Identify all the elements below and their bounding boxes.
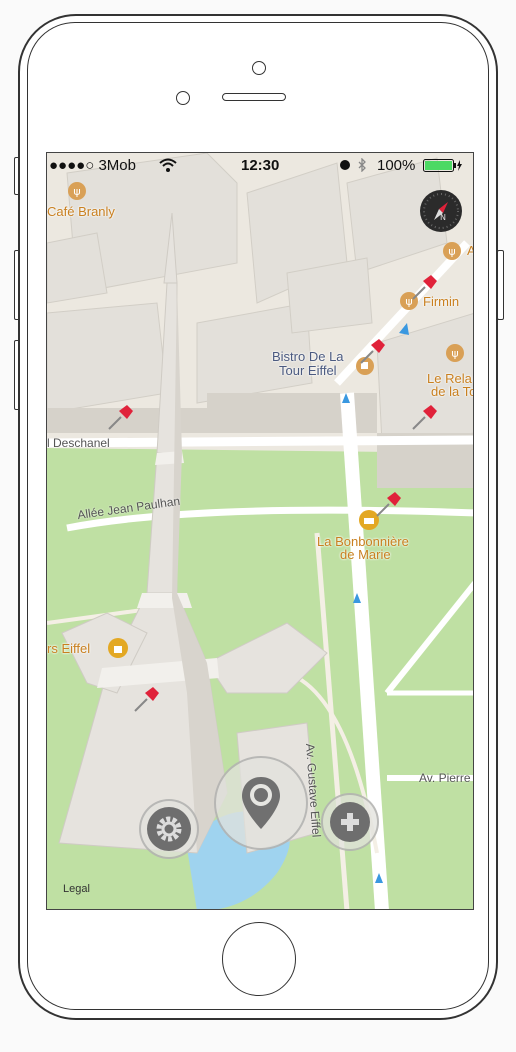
restaurant-icon: ψ xyxy=(68,182,86,200)
svg-text:ψ: ψ xyxy=(73,185,80,198)
svg-text:N: N xyxy=(440,213,446,222)
location-pin-icon xyxy=(242,777,280,829)
battery-icon xyxy=(423,159,462,172)
poi-label-le-relais-2: de la To xyxy=(431,384,474,399)
alarm-icon xyxy=(340,160,350,170)
poi-label-bistro-2: Tour Eiffel xyxy=(279,363,337,378)
power-button xyxy=(497,250,504,320)
clock: 12:30 xyxy=(241,157,280,174)
map-pin-3[interactable] xyxy=(357,335,389,367)
map-pin-5[interactable] xyxy=(373,488,405,520)
wifi-icon xyxy=(159,158,177,172)
compass-icon: N xyxy=(420,190,462,232)
street-label-pierre: Av. Pierre xyxy=(419,771,471,785)
gear-icon xyxy=(156,816,182,842)
add-pin-button[interactable] xyxy=(321,793,379,851)
battery-percent: 100% xyxy=(377,157,416,174)
shopping-icon xyxy=(108,638,128,658)
street-label-deschanel: l Deschanel xyxy=(47,436,110,450)
poi-label-cafe-branly: Café Branly xyxy=(47,204,115,219)
plus-icon xyxy=(341,813,359,831)
poi-cafe-branly[interactable]: ψ xyxy=(67,181,87,206)
map-pin-6[interactable] xyxy=(131,683,163,715)
locate-me-button[interactable] xyxy=(214,756,308,850)
poi-a[interactable]: ψ xyxy=(442,241,462,266)
carrier-label: ●●●●○ 3Mob xyxy=(49,157,136,174)
poi-label-bonbonniere-2: de Marie xyxy=(340,547,391,562)
svg-text:ψ: ψ xyxy=(448,245,455,258)
legal-link[interactable]: Legal xyxy=(63,883,90,895)
map-pin-4[interactable] xyxy=(409,401,441,433)
poi-label-eiffel-shop: rs Eiffel xyxy=(47,641,91,656)
restaurant-icon: ψ xyxy=(446,344,464,362)
settings-button[interactable] xyxy=(139,799,199,859)
restaurant-icon: ψ xyxy=(443,242,461,260)
svg-text:ψ: ψ xyxy=(451,347,458,360)
home-button[interactable] xyxy=(222,922,296,996)
proximity-sensor xyxy=(176,91,190,105)
poi-le-relais[interactable]: ψ xyxy=(445,343,465,368)
poi-label-a: A xyxy=(467,243,473,258)
poi-label-bistro: Bistro De La xyxy=(272,349,344,364)
map-pin-2[interactable] xyxy=(409,271,441,303)
compass-button[interactable]: N xyxy=(419,189,463,233)
earpiece-speaker xyxy=(222,93,286,101)
map-pin-1[interactable] xyxy=(105,401,137,433)
poi-eiffel-shop[interactable] xyxy=(107,637,129,664)
status-bar: ●●●●○ 3Mob 12:30 100% xyxy=(47,153,473,177)
front-camera xyxy=(252,61,266,75)
phone-screen: l Deschanel Allée Jean Paulhan Av. Gusta… xyxy=(46,152,474,910)
bluetooth-icon xyxy=(358,158,366,172)
